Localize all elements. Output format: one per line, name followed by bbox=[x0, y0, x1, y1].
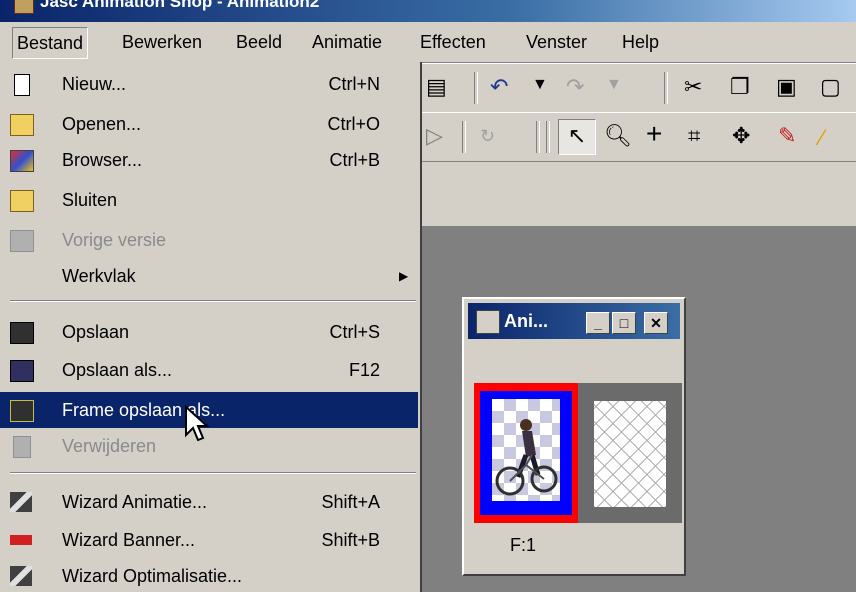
menu-separator bbox=[10, 472, 416, 474]
mouse-cursor-icon bbox=[185, 405, 210, 442]
menu-bestand[interactable]: Bestand bbox=[12, 27, 89, 59]
redo-dropdown-icon[interactable]: ▼ bbox=[606, 72, 622, 98]
open-folder-icon bbox=[10, 114, 34, 136]
empty-frame-slot[interactable] bbox=[594, 401, 666, 507]
paste-icon[interactable]: ▣ bbox=[776, 74, 797, 100]
cut-icon[interactable]: ✂ bbox=[684, 74, 702, 100]
brush-icon[interactable]: ⁄ bbox=[820, 125, 824, 151]
menu-item-save[interactable]: Opslaan Ctrl+S bbox=[0, 314, 418, 350]
save-icon bbox=[10, 322, 34, 344]
wizard-optimize-icon bbox=[10, 566, 32, 586]
menu-bar: Bestand Bewerken Beeld Animatie Effecten… bbox=[0, 22, 856, 63]
wizard-animation-icon bbox=[10, 492, 32, 512]
delete-icon bbox=[13, 436, 31, 458]
menu-item-wizard-optimize[interactable]: Wizard Optimalisatie... bbox=[0, 558, 418, 594]
menu-item-close[interactable]: Sluiten bbox=[0, 182, 418, 218]
menu-beeld[interactable]: Beeld bbox=[232, 32, 286, 53]
menu-item-new[interactable]: Nieuw... Ctrl+N bbox=[0, 66, 418, 102]
app-title-bar: Jasc Animation Shop - Animation2 bbox=[0, 0, 856, 22]
menu-effecten[interactable]: Effecten bbox=[416, 32, 490, 53]
menu-animatie[interactable]: Animatie bbox=[308, 32, 386, 53]
frame-label: F:1 bbox=[510, 535, 537, 555]
file-menu-dropdown: Nieuw... Ctrl+N Openen... Ctrl+O Browser… bbox=[0, 62, 422, 592]
animation-window: Ani... _ □ ✕ F:1 bbox=[462, 297, 686, 576]
wizard-banner-icon bbox=[10, 535, 32, 545]
paste-new-icon[interactable]: ▢ bbox=[820, 74, 841, 100]
scanner-icon[interactable]: ▤ bbox=[426, 74, 447, 100]
browser-icon bbox=[10, 150, 34, 172]
play-icon[interactable]: ▷ bbox=[426, 123, 443, 149]
save-as-icon bbox=[10, 360, 34, 382]
menu-item-browser[interactable]: Browser... Ctrl+B bbox=[0, 142, 418, 178]
dropper-icon[interactable]: ✎ bbox=[778, 123, 796, 149]
app-title: Jasc Animation Shop - Animation2 bbox=[40, 0, 320, 11]
copy-icon[interactable]: ❐ bbox=[730, 74, 750, 100]
menu-venster[interactable]: Venster bbox=[522, 32, 591, 53]
frame-1-thumbnail bbox=[492, 399, 560, 501]
menu-separator bbox=[10, 300, 416, 302]
crosshair-icon[interactable]: + bbox=[646, 120, 662, 148]
animation-window-title-bar[interactable]: Ani... _ □ ✕ bbox=[468, 303, 680, 339]
maximize-button[interactable]: □ bbox=[612, 312, 636, 334]
zoom-icon[interactable]: 🔍︎ bbox=[604, 123, 632, 149]
menu-item-revert: Vorige versie bbox=[0, 222, 418, 258]
loop-icon[interactable]: ↻ bbox=[480, 123, 495, 149]
menu-item-save-as[interactable]: Opslaan als... F12 bbox=[0, 352, 418, 388]
close-folder-icon bbox=[10, 190, 34, 212]
redo-icon[interactable]: ↷ bbox=[566, 74, 584, 100]
menu-item-wizard-animation[interactable]: Wizard Animatie... Shift+A bbox=[0, 484, 418, 520]
menu-item-workspace[interactable]: Werkvlak ▶ bbox=[0, 258, 418, 294]
standard-toolbar: ▤ ↶ ▼ ↷ ▼ ✂ ❐ ▣ ▢ bbox=[420, 63, 856, 113]
menu-bewerken[interactable]: Bewerken bbox=[118, 32, 206, 53]
menu-item-open[interactable]: Openen... Ctrl+O bbox=[0, 106, 418, 142]
app-icon bbox=[14, 0, 34, 14]
move-icon[interactable]: ✥ bbox=[732, 123, 750, 149]
cyclist-image bbox=[495, 419, 558, 496]
submenu-arrow-icon: ▶ bbox=[399, 269, 409, 283]
revert-icon bbox=[10, 230, 34, 252]
menu-item-wizard-banner[interactable]: Wizard Banner... Shift+B bbox=[0, 522, 418, 558]
minimize-button[interactable]: _ bbox=[586, 312, 610, 334]
save-frame-icon bbox=[10, 400, 34, 422]
tools-toolbar: ▷ ↻ ↖ 🔍︎ + ⌗ ✥ ✎ ⁄ bbox=[420, 112, 856, 162]
toolbar-area: ▤ ↶ ▼ ↷ ▼ ✂ ❐ ▣ ▢ ▷ ↻ ↖ 🔍︎ + ⌗ ✥ ✎ ⁄ bbox=[420, 63, 856, 226]
crop-icon[interactable]: ⌗ bbox=[688, 123, 700, 149]
animation-doc-icon bbox=[476, 310, 500, 334]
animation-window-title: Ani... bbox=[504, 311, 548, 331]
arrow-select-icon[interactable]: ↖ bbox=[558, 119, 596, 155]
undo-dropdown-icon[interactable]: ▼ bbox=[532, 72, 548, 98]
undo-icon[interactable]: ↶ bbox=[490, 74, 508, 100]
frame-1[interactable] bbox=[474, 383, 578, 523]
close-button[interactable]: ✕ bbox=[644, 312, 668, 334]
new-file-icon bbox=[14, 74, 30, 96]
menu-help[interactable]: Help bbox=[618, 32, 663, 53]
frames-panel bbox=[474, 383, 682, 523]
